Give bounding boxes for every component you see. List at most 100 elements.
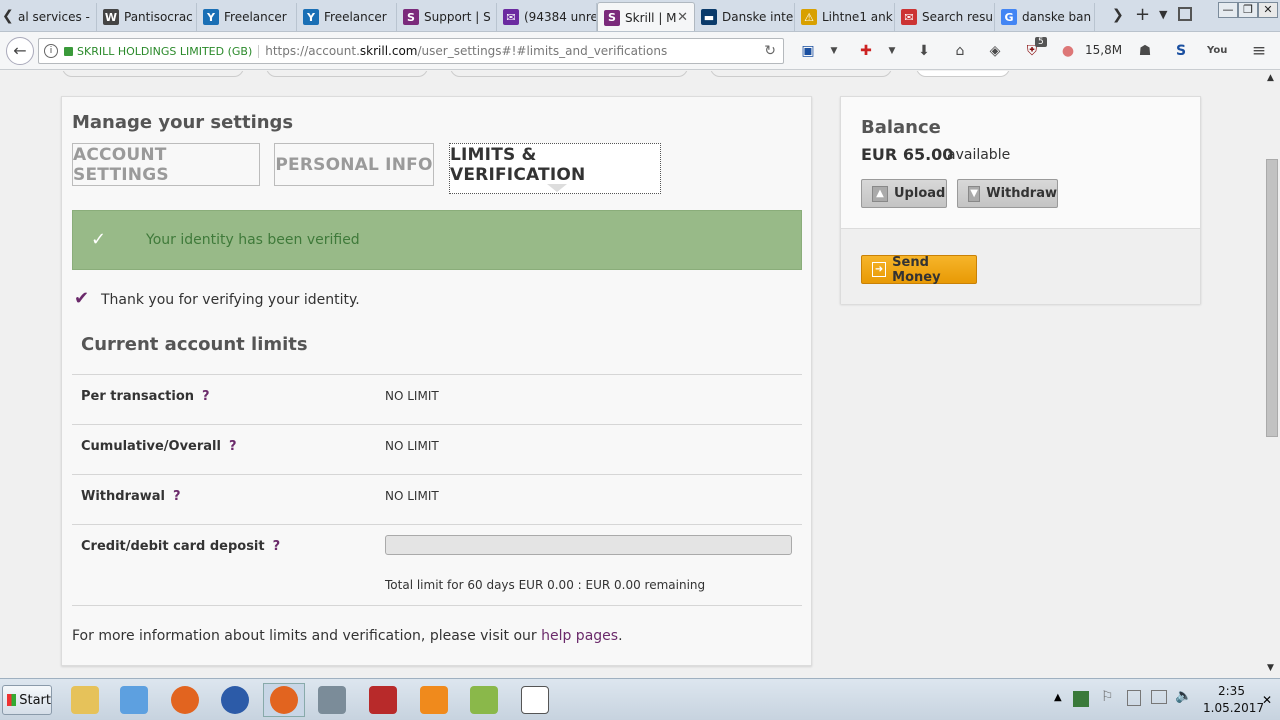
- sidebar-toggle-icon[interactable]: [1178, 7, 1192, 21]
- start-button[interactable]: Start: [2, 685, 52, 715]
- wikipedia-icon: W: [103, 9, 119, 25]
- browser-tab[interactable]: ✉ (94384 unre: [497, 3, 597, 31]
- limit-row: Cumulative/Overall? NO LIMIT: [72, 424, 802, 474]
- incognito-icon[interactable]: ☗: [1135, 41, 1155, 61]
- tab-personal-info[interactable]: PERSONAL INFO: [274, 143, 434, 186]
- tray-power-icon[interactable]: [1127, 690, 1141, 706]
- tab-label: (94384 unre: [524, 10, 597, 24]
- close-window-button[interactable]: ✕: [1258, 2, 1278, 18]
- browser-tab[interactable]: W Pantisocrac: [97, 3, 197, 31]
- back-button[interactable]: ←: [6, 37, 34, 65]
- taskbar-firefox-icon[interactable]: [164, 683, 206, 717]
- taskbar-firefox-active-icon[interactable]: [263, 683, 305, 717]
- help-question-icon[interactable]: ?: [202, 389, 210, 404]
- limit-value: NO LIMIT: [385, 389, 439, 403]
- mail-icon: ✉: [503, 9, 519, 25]
- freelancer-icon: Y: [303, 9, 319, 25]
- page-scrollbar[interactable]: ▲ ▼: [1264, 71, 1280, 678]
- downloads-icon[interactable]: ⬇: [914, 41, 934, 61]
- address-bar[interactable]: i SKRILL HOLDINGS LIMITED (GB) https://a…: [38, 38, 784, 64]
- browser-tab-bar: ❮ al services - W Pantisocrac Y Freelancer Y F…: [0, 0, 1280, 32]
- save-dropdown-chevron-icon[interactable]: ▼: [824, 41, 844, 61]
- tray-flag-icon[interactable]: ⚐: [1101, 689, 1114, 705]
- footer-text: For more information about limits and ve…: [72, 628, 542, 644]
- browser-tab[interactable]: ▬ Danske inte: [695, 3, 795, 31]
- scroll-thumb[interactable]: [1266, 159, 1278, 437]
- tray-network-icon[interactable]: [1151, 690, 1167, 704]
- pocket-icon[interactable]: ◈: [985, 41, 1005, 61]
- upload-button[interactable]: ▲ Upload: [861, 179, 947, 208]
- tray-app-icon[interactable]: [1073, 691, 1089, 707]
- withdraw-button[interactable]: ▼ Withdraw: [957, 179, 1058, 208]
- limits-heading: Current account limits: [81, 334, 308, 355]
- send-money-button[interactable]: ➜ Send Money: [861, 255, 977, 285]
- tab-scroll-right-icon[interactable]: ❯: [1112, 7, 1124, 23]
- browser-tab[interactable]: S Support | S: [397, 3, 497, 31]
- show-desktop-button[interactable]: ✕: [1262, 693, 1272, 707]
- url-prefix: https://account.: [265, 44, 360, 58]
- browser-tab[interactable]: al services -: [12, 3, 97, 31]
- skrill-addon-icon[interactable]: S: [1171, 41, 1191, 61]
- help-question-icon[interactable]: ?: [273, 539, 281, 554]
- save-page-icon[interactable]: ▣: [798, 41, 818, 61]
- tab-label: Pantisocrac: [124, 10, 193, 24]
- skrill-icon: S: [604, 9, 620, 26]
- tab-account-settings[interactable]: ACCOUNT SETTINGS: [72, 143, 260, 186]
- info-icon[interactable]: i: [44, 44, 58, 58]
- tray-expand-icon[interactable]: ▲: [1054, 692, 1062, 703]
- top-nav-remnant: [266, 71, 428, 77]
- scroll-up-icon[interactable]: ▲: [1267, 73, 1274, 83]
- taskbar-media-player-icon[interactable]: [113, 683, 155, 717]
- restore-button[interactable]: ❐: [1238, 2, 1258, 18]
- clock-time[interactable]: 2:35: [1218, 684, 1245, 698]
- top-nav-remnant: [62, 71, 244, 77]
- taskbar-chart-app-icon[interactable]: [463, 683, 505, 717]
- home-icon[interactable]: ⌂: [950, 41, 970, 61]
- browser-tab[interactable]: Y Freelancer: [197, 3, 297, 31]
- site-identity-label[interactable]: SKRILL HOLDINGS LIMITED (GB): [77, 44, 260, 58]
- help-question-icon[interactable]: ?: [229, 439, 237, 454]
- browser-tab[interactable]: ✉ Search resu: [895, 3, 995, 31]
- tab-label: al services -: [18, 10, 90, 24]
- new-tab-button[interactable]: +: [1135, 4, 1150, 25]
- taskbar-document-icon[interactable]: [514, 683, 556, 717]
- minimize-button[interactable]: —: [1218, 2, 1238, 18]
- tab-label: Search resu: [922, 10, 993, 24]
- taskbar-toolbox-icon[interactable]: [362, 683, 404, 717]
- footer-end: .: [618, 628, 623, 644]
- top-nav-remnant: [710, 71, 892, 77]
- help-pages-link[interactable]: help pages: [541, 628, 618, 644]
- taskbar-explorer-icon[interactable]: [64, 683, 106, 717]
- windows-taskbar: Start ▲ ⚐ 🔈 2:35 1.05.2017 ✕: [0, 678, 1280, 720]
- memory-monitor-icon[interactable]: ●: [1058, 41, 1078, 61]
- limit-label: Credit/debit card deposit: [81, 539, 265, 554]
- url-text[interactable]: https://account.skrill.com/user_settings…: [265, 44, 667, 58]
- youtube-icon[interactable]: You: [1207, 41, 1227, 61]
- tab-list-chevron-down-icon[interactable]: ▼: [1159, 8, 1167, 21]
- help-question-icon[interactable]: ?: [173, 489, 181, 504]
- tab-label: danske ban: [1022, 10, 1092, 24]
- withdraw-label: Withdraw: [986, 186, 1057, 201]
- page-title: Manage your settings: [72, 112, 294, 133]
- taskbar-network-tool-icon[interactable]: [311, 683, 353, 717]
- menu-icon[interactable]: ≡: [1249, 41, 1269, 61]
- close-tab-icon[interactable]: ✕: [677, 10, 688, 25]
- scroll-down-icon[interactable]: ▼: [1267, 663, 1274, 673]
- taskbar-thunderbird-icon[interactable]: [214, 683, 256, 717]
- addon-dropdown-chevron-icon[interactable]: ▼: [882, 41, 902, 61]
- addon-red-cross-icon[interactable]: ✚: [856, 41, 876, 61]
- tab-label: Freelancer: [224, 10, 287, 24]
- taskbar-pdf-icon[interactable]: [413, 683, 455, 717]
- reload-icon[interactable]: ↻: [764, 43, 776, 59]
- browser-tab[interactable]: Y Freelancer: [297, 3, 397, 31]
- browser-tab[interactable]: Gdanske ban: [995, 3, 1095, 31]
- browser-tab[interactable]: ⚠ Lihtne1 ank: [795, 3, 895, 31]
- limit-row: Credit/debit card deposit? Total limit f…: [72, 524, 802, 606]
- memory-usage-label: 15,8M: [1085, 43, 1123, 57]
- tab-active[interactable]: S Skrill | M ✕: [597, 2, 695, 31]
- limit-label: Withdrawal: [81, 489, 165, 504]
- freelancer-icon: Y: [203, 9, 219, 25]
- clock-date[interactable]: 1.05.2017: [1203, 701, 1264, 715]
- tray-volume-icon[interactable]: 🔈: [1175, 688, 1192, 704]
- deposit-progress-bar: [385, 535, 792, 555]
